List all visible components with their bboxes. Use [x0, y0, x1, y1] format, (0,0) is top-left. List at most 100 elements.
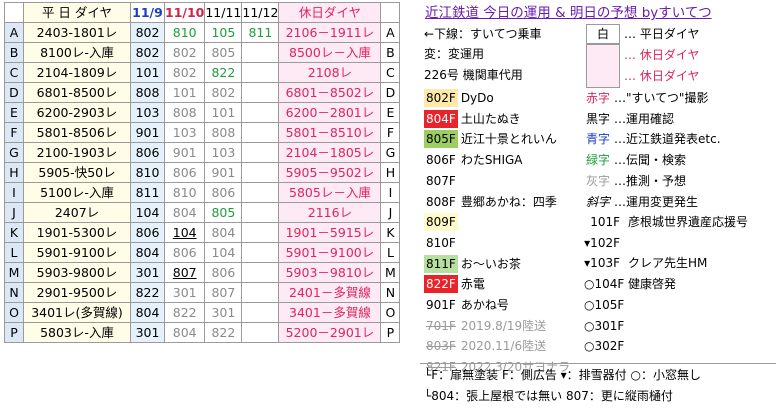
weekday-service: 6801-8500レ [23, 82, 131, 103]
train-number: 808F [424, 192, 458, 211]
holiday-service: 5903－9810レ [278, 262, 382, 283]
day3-unit: 301 [204, 302, 243, 323]
loco-legend-item: ○105F [584, 296, 628, 314]
train-legend-item: 807F [424, 171, 461, 190]
row-letter-right: J [380, 202, 401, 223]
weekday-service: 2104-1809レ [23, 62, 131, 83]
day2-unit: 103 [163, 122, 206, 143]
day1-unit: 103 [130, 102, 165, 123]
day3-unit: 103 [204, 142, 243, 163]
day1-unit: 802 [130, 42, 165, 63]
train-legend-item: 802F DyDo [424, 89, 494, 107]
holiday-service: 2116レ [278, 202, 382, 223]
weekday-service: 8100レ-入庫 [23, 42, 131, 63]
char-legend-desc: …近江鉄道発表etc. [614, 132, 721, 147]
day1-unit: 804 [130, 242, 165, 263]
legend-shiro-label: 白 [596, 27, 609, 41]
day2-unit: 804 [163, 202, 206, 223]
day1-unit: 104 [130, 202, 165, 223]
train-legend-item: 811F お～いお茶 [424, 254, 521, 273]
day2-unit: 810 [163, 22, 206, 43]
date-header-4: 11/12 [241, 2, 280, 23]
legend-henko-note: 変：変運用 [424, 47, 485, 61]
char-legend-key: 斜字 [586, 194, 611, 209]
day3-unit: 807 [204, 282, 243, 303]
char-legend-key: 青字 [586, 132, 611, 147]
char-legend-key: 灰字 [586, 173, 611, 188]
day4-unit: 811 [241, 22, 280, 43]
row-letter: K [4, 222, 24, 243]
row-letter-right: C [380, 62, 401, 83]
weekday-service: 5100レ-入庫 [23, 182, 131, 203]
train-number: 804F [424, 109, 458, 128]
operations-table: 平 日 ダイヤ 11/9 11/10 11/11 11/12 休日ダイヤ A 24… [4, 2, 401, 343]
day1-unit: 811 [130, 182, 165, 203]
row-letter-right: N [380, 282, 401, 303]
weekday-service: 2901-9500レ [23, 282, 131, 303]
loco-legend-item: ○104F 健康啓発 [584, 275, 676, 293]
weekday-service: 5901-9100レ [23, 242, 131, 263]
holiday-header: 休日ダイヤ [278, 2, 382, 23]
date-header-3: 11/11 [204, 2, 243, 23]
train-number: 809F [424, 213, 458, 232]
day1-unit: 802 [130, 22, 165, 43]
table-row: E 6200-2903レ 103 808 101 6200－2801レ E [4, 102, 401, 123]
legend-holiday-1: … 休日ダイヤ [624, 48, 700, 62]
train-number: 802F [424, 89, 458, 107]
day4-unit [241, 162, 280, 183]
day1-unit: 901 [130, 122, 165, 143]
header-blank-right [380, 2, 401, 23]
holiday-service: 5801－8510レ [278, 122, 382, 143]
loco-number: ○104F [584, 277, 625, 292]
row-letter: A [4, 22, 24, 43]
day4-unit [241, 82, 280, 103]
row-letter: N [4, 282, 24, 303]
train-number: 803F [424, 337, 458, 356]
loco-legend-item: ○302F [584, 337, 628, 355]
row-letter-right: A [380, 22, 401, 43]
table-row: N 2901-9500レ 822 301 807 2401－多賀線 N [4, 282, 401, 303]
day4-unit [241, 182, 280, 203]
day4-unit [241, 222, 280, 243]
legend-shiro-box: 白 [586, 24, 620, 44]
row-letter: B [4, 42, 24, 63]
holiday-service: 2106－1911レ [278, 22, 382, 43]
loco-number: ▾103F [584, 256, 620, 271]
legend-title[interactable]: 近江鉄道 今日の運用 & 明日の予想 byすいてつ [425, 3, 770, 24]
day3-unit: 805 [204, 202, 243, 223]
weekday-service: 2403-1801レ [23, 22, 131, 43]
legend-holiday-2: … 休日ダイヤ [624, 69, 700, 83]
legend-holiday-box [586, 44, 620, 88]
day3-unit: 804 [204, 222, 243, 243]
date-header-2: 11/10 [163, 2, 206, 23]
loco-legend-item: ▾103F クレア先生HM [584, 254, 707, 272]
train-name: お～いお茶 [460, 256, 521, 271]
train-legend-item: 901F あかね号 [424, 296, 509, 314]
train-legend-item: 804F 土山たぬき [424, 109, 521, 128]
train-number: 822F [424, 275, 458, 294]
row-letter-right: P [380, 322, 401, 343]
row-letter: E [4, 102, 24, 123]
train-number: 810F [424, 233, 458, 252]
train-number: 806F [424, 151, 458, 170]
holiday-service: 8500レ－入庫 [278, 42, 382, 63]
day1-unit: 806 [130, 222, 165, 243]
train-name: 近江十景とれいん [460, 132, 557, 147]
note-line-2: └804：張上屋根では無い 807：更に縦雨樋付 [424, 389, 673, 403]
train-legend-item: 808F 豊郷あかね：四季 [424, 192, 557, 211]
weekday-service: 5905-快50レ [23, 162, 131, 183]
day3-unit: 104 [204, 242, 243, 263]
table-row: H 5905-快50レ 810 806 901 5905－9502レ H [4, 162, 401, 183]
weekday-service: 2407レ [23, 202, 131, 223]
loco-legend-item: 101F 彦根城世界遺産応援号 [584, 213, 748, 231]
char-legend-desc: …推測・予想 [614, 173, 687, 188]
row-letter-right: B [380, 42, 401, 63]
row-letter: I [4, 182, 24, 203]
char-legend-item: 青字 …近江鉄道発表etc. [586, 130, 721, 148]
train-legend-item: 810F [424, 233, 461, 252]
train-name: あかね号 [460, 298, 509, 312]
day1-unit: 810 [130, 162, 165, 183]
char-legend-desc: …"すいてつ"撮影 [614, 91, 709, 105]
table-row: K 1901-5300レ 806 104 804 1901－5915レ K [4, 222, 401, 243]
train-legend-item: 803F 2020.11/6陸送 [424, 337, 546, 356]
